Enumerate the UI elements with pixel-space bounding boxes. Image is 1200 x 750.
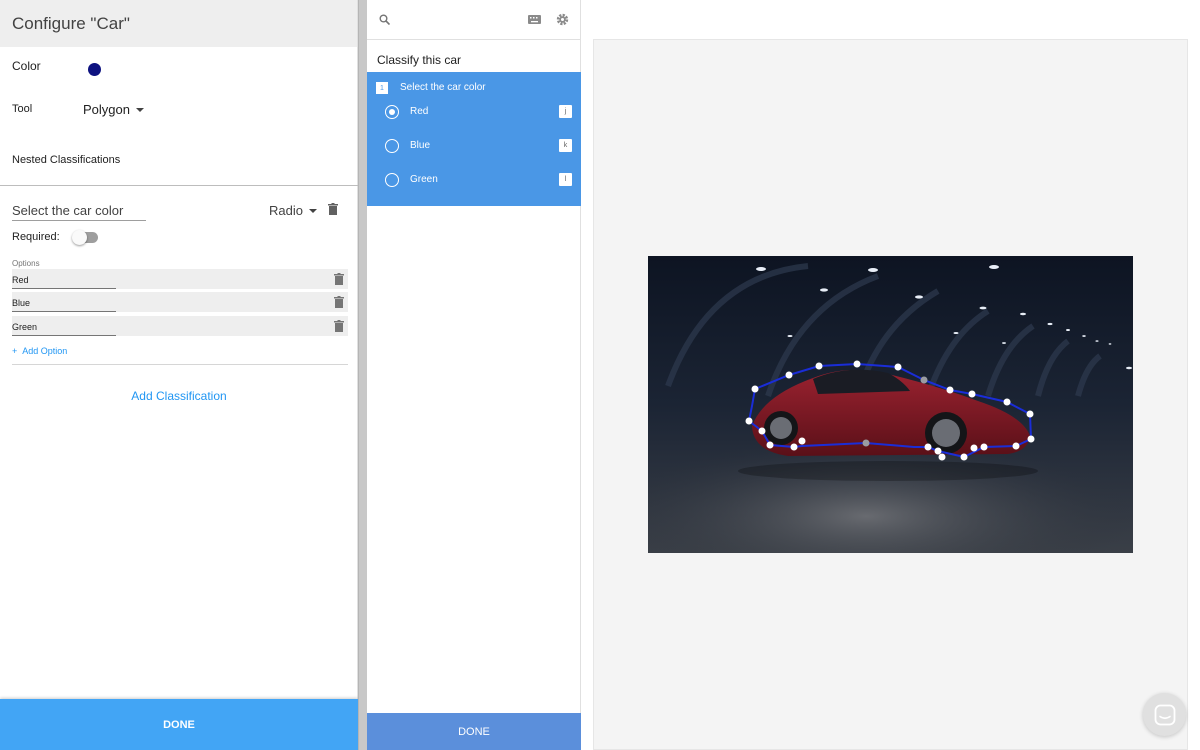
question-block: 1 Select the car color Red j Blue k Gree… [367,72,581,206]
delete-option-button[interactable] [334,273,344,285]
question-text: Select the car color [400,82,486,93]
hotkey-badge: l [559,173,572,186]
tool-value: Polygon [83,102,130,117]
done-button[interactable]: DONE [0,699,358,750]
configure-title: Configure "Car" [0,0,357,47]
question-text-field[interactable] [12,200,146,221]
option-field-green[interactable] [12,316,116,336]
keyboard-icon[interactable] [528,14,541,24]
radio-label: Green [410,174,438,185]
option-field-blue[interactable] [12,292,116,312]
required-label: Required: [12,231,60,243]
classify-toolbar [367,0,580,40]
color-label: Color [12,59,41,73]
divider [12,364,348,365]
classify-done-button[interactable]: DONE [367,713,581,750]
radio-label: Blue [410,140,431,151]
chevron-down-icon [308,208,317,213]
radio-label: Red [410,106,429,117]
configure-panel: Configure "Car" Color Tool Polygon Neste… [0,0,358,750]
delete-option-button[interactable] [334,320,344,332]
radio-option-blue[interactable]: Blue k [367,131,581,161]
hotkey-badge: k [559,139,572,152]
delete-question-button[interactable] [328,203,339,216]
trash-icon [334,320,344,332]
search-icon[interactable] [378,13,390,25]
hotkey-badge: j [559,105,572,118]
required-toggle[interactable] [72,230,98,245]
question-number-badge: 1 [376,82,388,94]
panel-resize-handle[interactable] [358,0,367,750]
question-type-value: Radio [269,203,303,218]
classify-title: Classify this car [377,53,462,67]
question-type-select[interactable]: Radio [269,203,317,218]
plus-icon: + [12,346,18,356]
chat-launcher-button[interactable] [1143,693,1186,736]
tool-label: Tool [12,103,33,115]
trash-icon [334,296,344,308]
radio-option-green[interactable]: Green l [367,165,581,195]
classify-panel: Classify this car 1 Select the car color… [367,0,581,750]
radio-unchecked-icon [385,139,399,153]
nested-classifications-label: Nested Classifications [12,154,121,166]
option-row [12,316,348,336]
radio-option-red[interactable]: Red j [367,97,581,127]
add-option-label: Add Option [22,346,68,356]
toggle-knob [72,230,87,245]
color-swatch[interactable] [88,63,101,76]
trash-icon [334,273,344,285]
trash-icon [328,203,338,215]
car-image[interactable] [648,256,1133,553]
tool-select[interactable]: Polygon [83,102,144,117]
option-row [12,269,348,289]
chevron-down-icon [135,107,144,112]
option-field-red[interactable] [12,269,116,289]
add-option-button[interactable]: + Add Option [12,346,67,356]
gear-icon[interactable] [556,13,569,26]
add-classification-button[interactable]: Add Classification [0,389,358,403]
radio-unchecked-icon [385,173,399,187]
options-caption: Options [12,259,40,268]
chat-bubble-icon [1154,704,1175,725]
delete-option-button[interactable] [334,296,344,308]
option-row [12,292,348,312]
radio-checked-icon [385,105,399,119]
divider [0,185,358,186]
